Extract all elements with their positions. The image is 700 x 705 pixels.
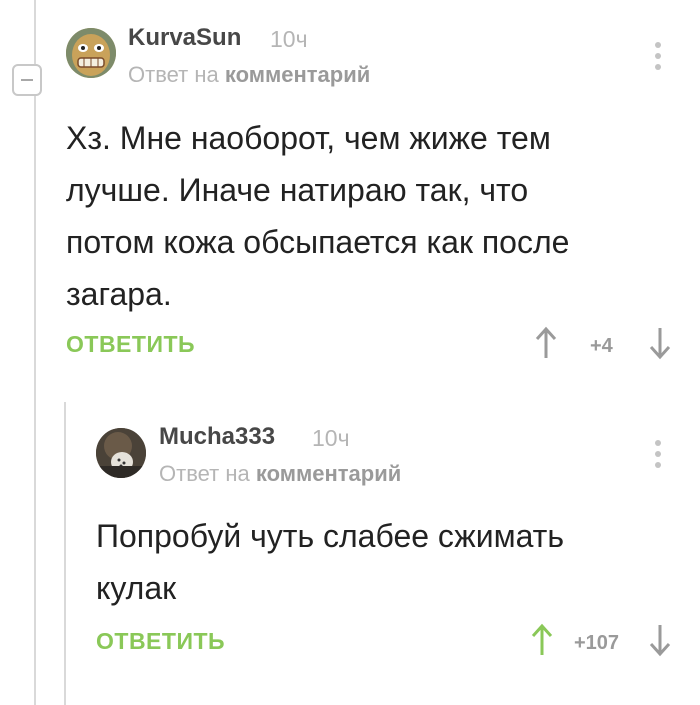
reply-to-link[interactable]: комментарий: [225, 62, 370, 87]
downvote-arrow-icon[interactable]: [648, 623, 672, 662]
timestamp: 10ч: [270, 26, 308, 52]
thread-line-root: [34, 0, 36, 705]
avatar[interactable]: [66, 28, 116, 78]
reply-button[interactable]: ОТВЕТИТЬ: [96, 628, 225, 655]
reply-button[interactable]: ОТВЕТИТЬ: [66, 331, 195, 358]
thread-line-reply: [64, 402, 66, 705]
reply-to-info: Ответ на комментарий: [159, 461, 401, 487]
avatar-photo-icon: [96, 428, 146, 478]
reply-to-prefix: Ответ на: [159, 461, 250, 486]
comment-body: Хз. Мне наоборот, чем жиже тем лучше. Ин…: [66, 112, 686, 320]
comment-menu-icon[interactable]: [655, 440, 663, 473]
upvote-arrow-icon[interactable]: [534, 326, 558, 365]
comment-text-line: Попробуй чуть слабее сжимать: [96, 518, 564, 554]
rating-count: +4: [590, 335, 613, 357]
reply-to-info: Ответ на комментарий: [128, 62, 370, 88]
avatar[interactable]: [96, 428, 146, 478]
comment-text-line: загара.: [66, 276, 172, 312]
reply-to-link[interactable]: комментарий: [256, 461, 401, 486]
downvote-arrow-icon[interactable]: [648, 326, 672, 365]
comment-text-line: потом кожа обсыпается как после: [66, 224, 570, 260]
avatar-face-icon: [66, 28, 116, 78]
rating-count: +107: [574, 632, 620, 654]
upvote-arrow-icon-active[interactable]: [530, 623, 554, 662]
comment-body: Попробуй чуть слабее сжимать кулак: [96, 510, 686, 614]
reply-to-prefix: Ответ на: [128, 62, 219, 87]
comment-text-line: Хз. Мне наоборот, чем жиже тем: [66, 120, 551, 156]
username[interactable]: Mucha333: [159, 423, 275, 451]
timestamp: 10ч: [312, 425, 350, 451]
collapse-thread-button[interactable]: [12, 64, 42, 96]
username[interactable]: KurvaSun: [128, 24, 241, 52]
comment-text-line: лучше. Иначе натираю так, что: [66, 172, 529, 208]
comment-text-line: кулак: [96, 570, 177, 606]
comment-menu-icon[interactable]: [655, 42, 663, 75]
